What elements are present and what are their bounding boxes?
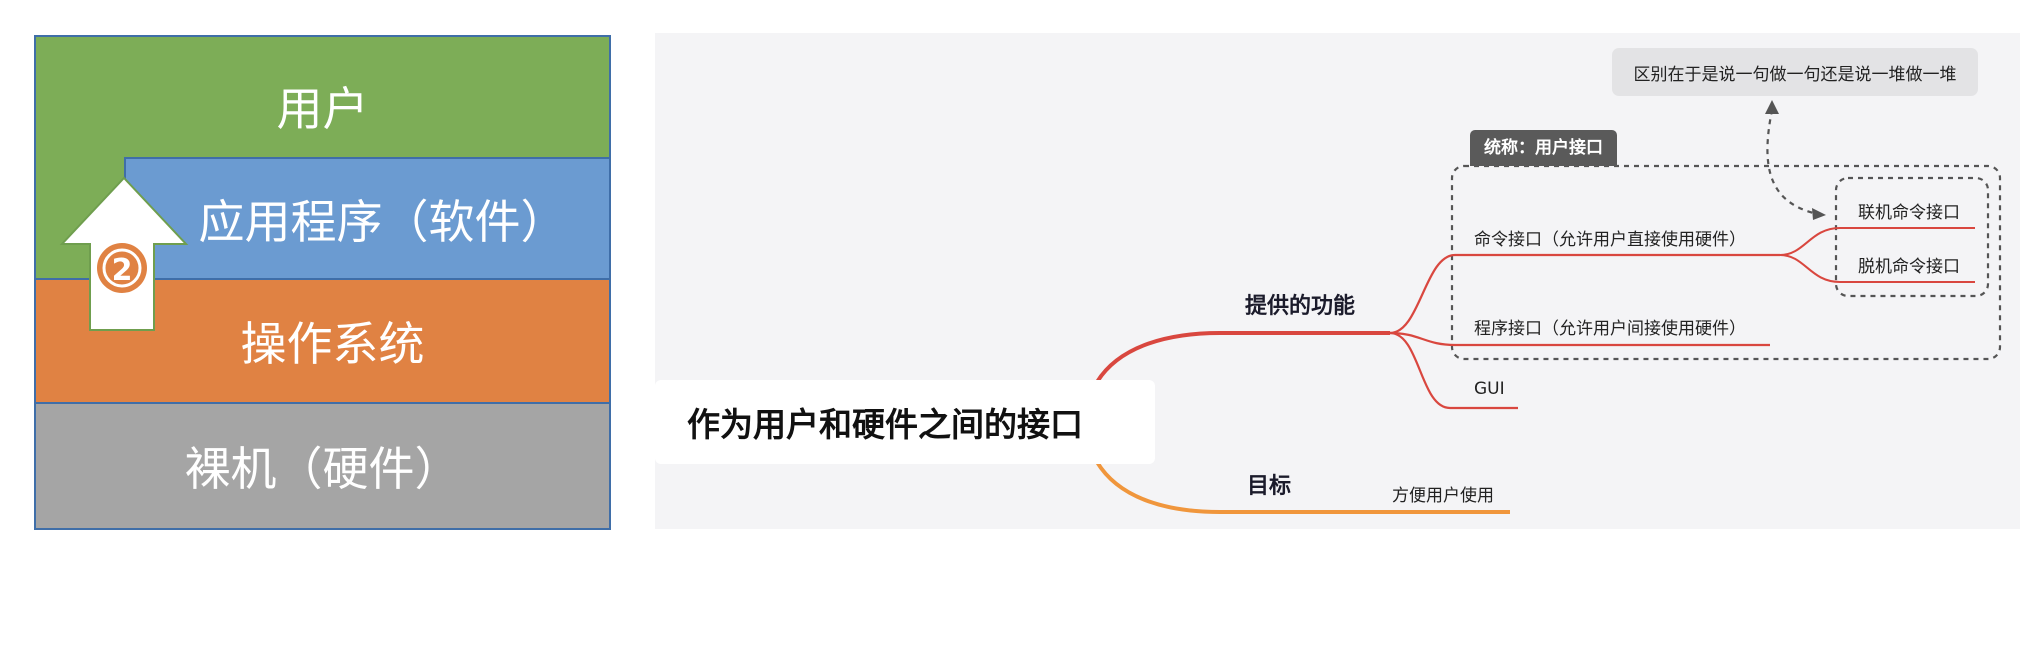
note-arrowhead-icon — [1765, 100, 1779, 114]
gui-label: GUI — [1474, 379, 1505, 399]
online-line — [1779, 227, 1975, 256]
offline-command-label: 脱机命令接口 — [1858, 257, 1960, 277]
summary-tag: 统称：用户接口 — [1470, 130, 1617, 166]
online-command-label: 联机命令接口 — [1858, 203, 1960, 223]
functions-node-label: 提供的功能 — [1245, 294, 1356, 319]
root-node-label: 作为用户和硬件之间的接口 — [687, 405, 1083, 444]
functions-branch-line — [1095, 331, 1390, 384]
note-connector — [1766, 109, 1823, 217]
frame-arrowhead-icon — [1812, 208, 1826, 220]
program-interface-label: 程序接口（允许用户间接使用硬件） — [1474, 319, 1746, 339]
command-children-frame — [1834, 176, 1990, 298]
goal-item-label: 方便用户使用 — [1392, 486, 1494, 506]
note-box: 区别在于是说一句做一句还是说一堆做一堆 — [1612, 48, 1978, 96]
command-interface-label: 命令接口（允许用户直接使用硬件） — [1474, 230, 1746, 250]
goal-node-label: 目标 — [1247, 474, 1292, 499]
